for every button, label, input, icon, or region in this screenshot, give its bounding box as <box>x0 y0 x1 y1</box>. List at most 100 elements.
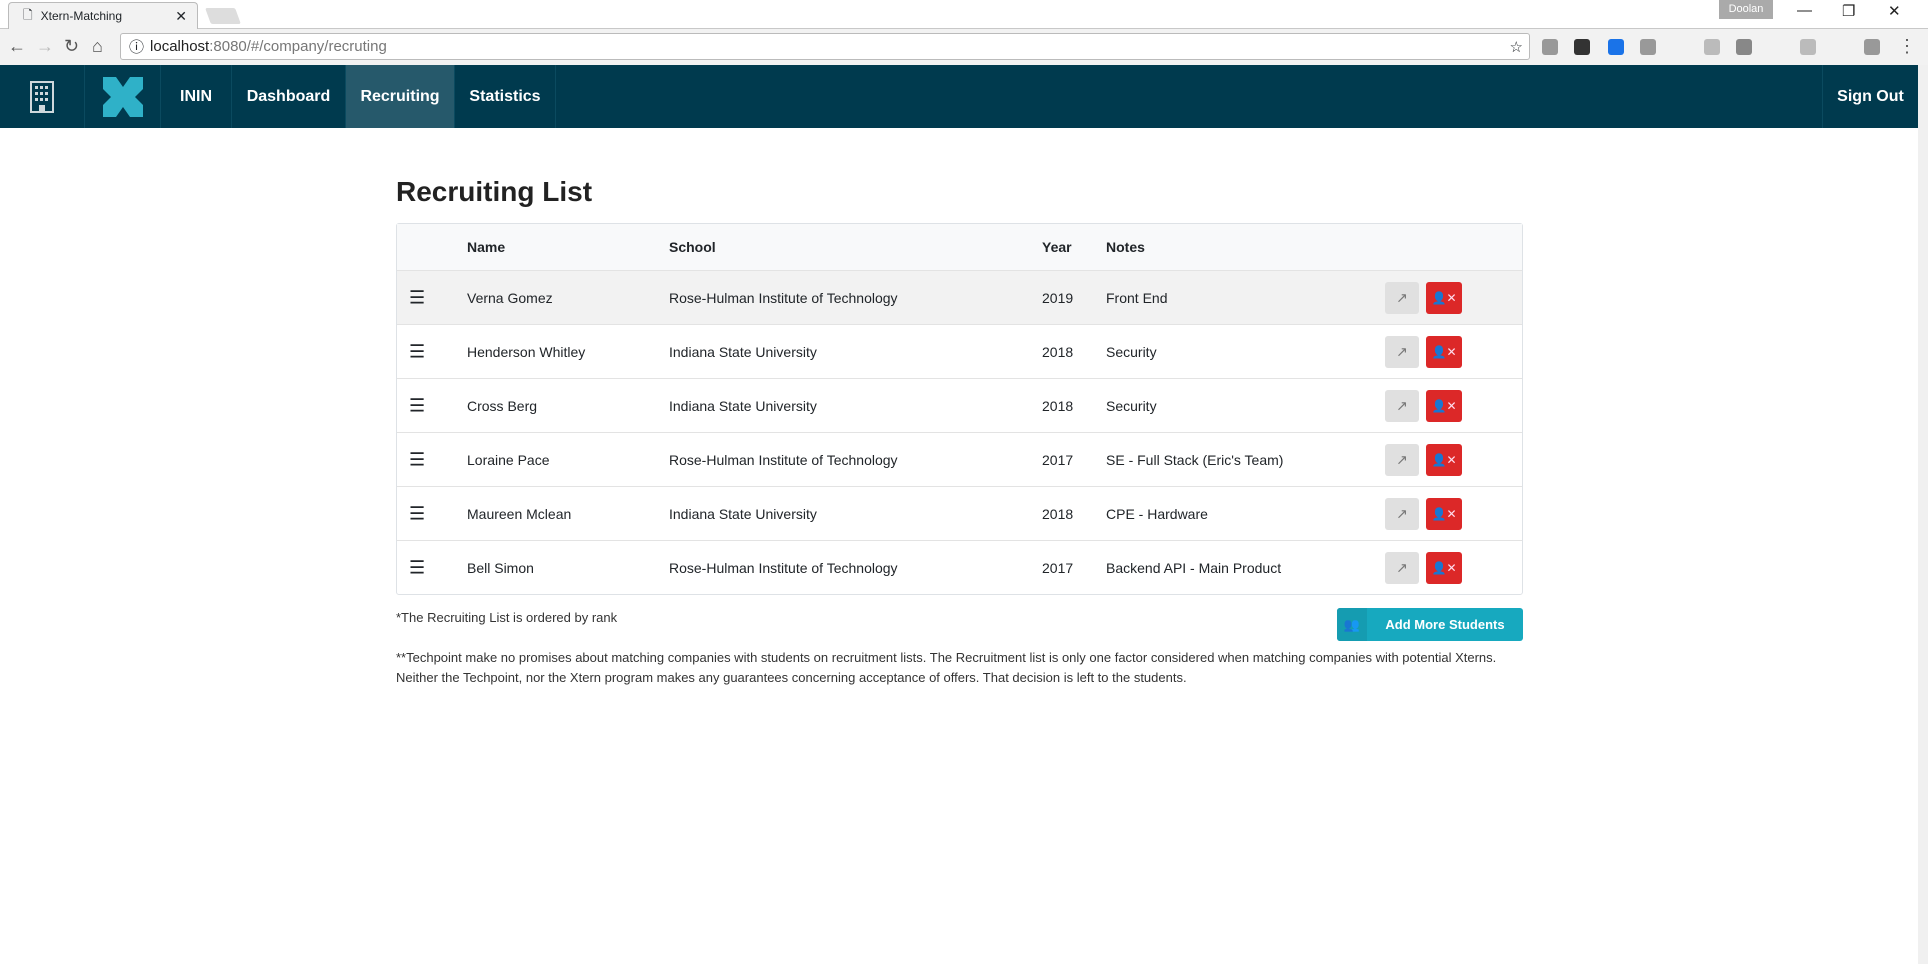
remove-student-button[interactable]: 👤✕ <box>1426 552 1462 584</box>
header-name: Name <box>467 239 506 255</box>
student-notes: Front End <box>1106 289 1168 306</box>
student-notes: Backend API - Main Product <box>1106 559 1282 576</box>
browser-tab-strip: 🗋 Xtern-Matching ✕ Doolan — ❐ ✕ <box>0 0 1928 29</box>
nav-statistics[interactable]: Statistics <box>455 65 556 128</box>
open-profile-button[interactable]: ↗ <box>1385 336 1419 368</box>
open-profile-button[interactable]: ↗ <box>1385 552 1419 584</box>
recruiting-table: Name School Year Notes ☰ Verna Gomez Ros… <box>396 223 1523 595</box>
student-school: Rose-Hulman Institute of Technology <box>669 559 898 576</box>
scrollbar[interactable] <box>1918 65 1928 964</box>
student-name: Loraine Pace <box>467 451 550 468</box>
user-remove-icon: 👤✕ <box>1431 453 1457 467</box>
home-icon[interactable]: ⌂ <box>92 36 103 57</box>
student-school: Rose-Hulman Institute of Technology <box>669 289 898 306</box>
add-more-students-button[interactable]: 👥 Add More Students <box>1337 608 1523 641</box>
user-remove-icon: 👤✕ <box>1431 561 1457 575</box>
student-name: Bell Simon <box>467 559 534 576</box>
profile-badge[interactable]: Doolan <box>1719 0 1773 19</box>
users-icon: 👥 <box>1337 608 1367 641</box>
open-profile-button[interactable]: ↗ <box>1385 282 1419 314</box>
student-name: Cross Berg <box>467 397 538 414</box>
info-icon: ⓘ <box>129 39 145 56</box>
table-header: Name School Year Notes <box>397 224 1522 270</box>
student-year: 2018 <box>1042 343 1074 360</box>
drag-handle-icon[interactable]: ☰ <box>409 341 425 362</box>
disclaimer-note: **Techpoint make no promises about match… <box>396 650 1497 685</box>
header-year: Year <box>1042 239 1072 255</box>
remove-student-button[interactable]: 👤✕ <box>1426 390 1462 422</box>
minimize-icon[interactable]: — <box>1797 2 1812 19</box>
student-name: Maureen Mclean <box>467 505 572 522</box>
drag-handle-icon[interactable]: ☰ <box>409 287 425 308</box>
extension-icon[interactable] <box>1574 39 1590 55</box>
nav-dashboard[interactable]: Dashboard <box>232 65 346 128</box>
user-remove-icon: 👤✕ <box>1431 291 1457 305</box>
page-title: Recruiting List <box>396 176 593 207</box>
drag-handle-icon[interactable]: ☰ <box>409 449 425 470</box>
extension-icon[interactable] <box>1608 39 1624 55</box>
student-school: Rose-Hulman Institute of Technology <box>669 451 898 468</box>
forward-icon[interactable]: → <box>36 36 54 57</box>
page-icon: 🗋 <box>23 7 33 22</box>
url-input[interactable]: ⓘ localhost:8080/#/company/recruting ☆ <box>120 33 1530 60</box>
nav-inin[interactable]: ININ <box>161 65 232 128</box>
user-remove-icon: 👤✕ <box>1431 345 1457 359</box>
student-name: Verna Gomez <box>467 289 553 306</box>
external-link-icon: ↗ <box>1396 559 1408 576</box>
bookmark-star-icon[interactable]: ☆ <box>1510 38 1523 56</box>
student-school: Indiana State University <box>669 343 817 360</box>
add-button-label: Add More Students <box>1385 617 1505 632</box>
table-row[interactable]: ☰ Bell Simon Rose-Hulman Institute of Te… <box>397 540 1522 594</box>
building-icon[interactable] <box>0 65 85 128</box>
close-tab-icon[interactable]: ✕ <box>175 8 187 25</box>
browser-tab[interactable]: 🗋 Xtern-Matching ✕ <box>8 2 198 29</box>
drag-handle-icon[interactable]: ☰ <box>409 557 425 578</box>
trello-icon[interactable] <box>1736 39 1752 55</box>
extension-icon[interactable] <box>1864 39 1880 55</box>
restore-icon[interactable]: ❐ <box>1842 2 1855 20</box>
remove-student-button[interactable]: 👤✕ <box>1426 444 1462 476</box>
open-profile-button[interactable]: ↗ <box>1385 498 1419 530</box>
reload-icon[interactable]: ↻ <box>64 36 79 57</box>
user-remove-icon: 👤✕ <box>1431 507 1457 521</box>
open-profile-button[interactable]: ↗ <box>1385 444 1419 476</box>
student-year: 2018 <box>1042 397 1074 414</box>
nav-recruiting[interactable]: Recruiting <box>346 65 455 128</box>
external-link-icon: ↗ <box>1396 397 1408 414</box>
adblock-icon[interactable] <box>1640 39 1656 55</box>
table-row[interactable]: ☰ Henderson Whitley Indiana State Univer… <box>397 324 1522 378</box>
header-school: School <box>669 239 716 255</box>
back-icon[interactable]: ← <box>8 36 26 57</box>
student-school: Indiana State University <box>669 505 817 522</box>
external-link-icon: ↗ <box>1396 343 1408 360</box>
remove-student-button[interactable]: 👤✕ <box>1426 336 1462 368</box>
new-tab-button[interactable] <box>205 8 241 24</box>
close-window-icon[interactable]: ✕ <box>1888 2 1901 20</box>
xtern-logo[interactable] <box>85 65 161 128</box>
drag-handle-icon[interactable]: ☰ <box>409 503 425 524</box>
external-link-icon: ↗ <box>1396 505 1408 522</box>
adblock-icon[interactable] <box>1542 39 1558 55</box>
address-bar-row: ← → ↻ ⌂ ⓘ localhost:8080/#/company/recrut… <box>0 29 1928 65</box>
ranking-note: *The Recruiting List is ordered by rank <box>396 610 618 625</box>
table-row[interactable]: ☰ Cross Berg Indiana State University 20… <box>397 378 1522 432</box>
sign-out-link[interactable]: Sign Out <box>1822 65 1918 128</box>
student-year: 2018 <box>1042 505 1074 522</box>
drag-handle-icon[interactable]: ☰ <box>409 395 425 416</box>
top-navbar: ININ Dashboard Recruiting Statistics Sig… <box>0 65 1918 128</box>
extension-icon[interactable] <box>1800 39 1816 55</box>
student-notes: Security <box>1106 343 1157 360</box>
table-row[interactable]: ☰ Verna Gomez Rose-Hulman Institute of T… <box>397 270 1522 324</box>
extension-icon[interactable] <box>1704 39 1720 55</box>
menu-dots-icon[interactable]: ⋮ <box>1898 36 1916 57</box>
open-profile-button[interactable]: ↗ <box>1385 390 1419 422</box>
student-year: 2017 <box>1042 451 1074 468</box>
table-row[interactable]: ☰ Maureen Mclean Indiana State Universit… <box>397 486 1522 540</box>
student-year: 2017 <box>1042 559 1074 576</box>
table-row[interactable]: ☰ Loraine Pace Rose-Hulman Institute of … <box>397 432 1522 486</box>
remove-student-button[interactable]: 👤✕ <box>1426 498 1462 530</box>
remove-student-button[interactable]: 👤✕ <box>1426 282 1462 314</box>
user-remove-icon: 👤✕ <box>1431 399 1457 413</box>
student-year: 2019 <box>1042 289 1074 306</box>
url-path: :8080/#/company/recruting <box>209 38 387 55</box>
